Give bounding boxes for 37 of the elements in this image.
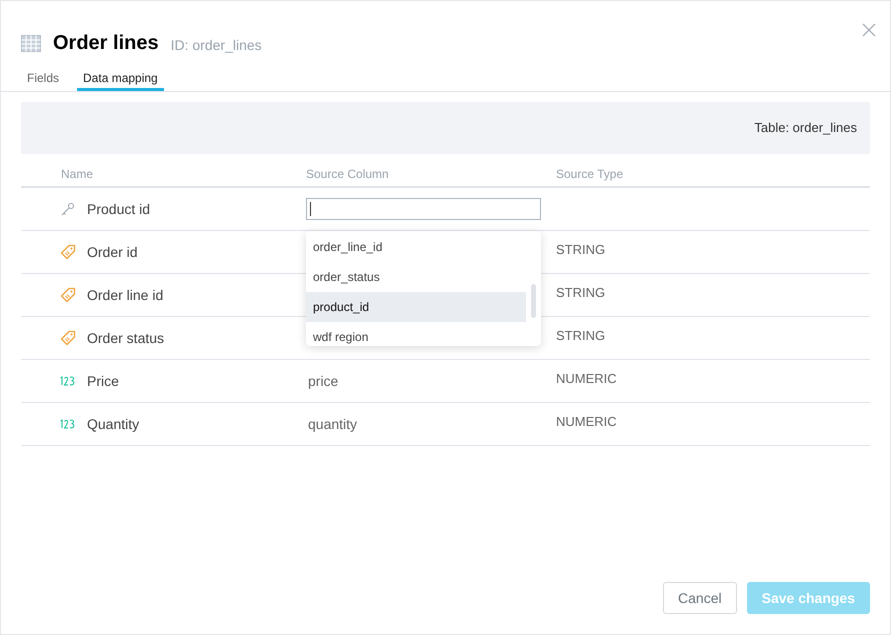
tag-icon: [60, 287, 76, 303]
dropdown-option[interactable]: product_id: [306, 292, 526, 322]
source-type: STRING: [556, 241, 606, 260]
field-name: Price: [87, 372, 119, 390]
field-name: Order id: [87, 242, 138, 262]
tab[interactable]: Fields: [21, 67, 66, 91]
source-type: STRING: [556, 284, 606, 302]
column-header: Name: [60, 166, 94, 183]
column-header: Source Column: [306, 166, 390, 183]
key-icon: [60, 201, 76, 217]
field-name: Product id: [87, 200, 150, 218]
table-name: Table: order_lines: [754, 119, 857, 138]
close-icon: [862, 23, 876, 37]
dropdown-option[interactable]: order_status: [306, 262, 526, 292]
source-column: quantity: [306, 416, 358, 432]
close-button[interactable]: [860, 21, 878, 39]
field-name: Quantity: [87, 414, 140, 434]
field-name: Order line id: [87, 286, 164, 304]
source-column-input[interactable]: [306, 198, 541, 220]
tab[interactable]: Data mapping: [77, 67, 164, 91]
source-column: price: [306, 372, 338, 388]
field-name: Order status: [87, 328, 164, 348]
dropdown-option[interactable]: wdf region: [306, 322, 526, 346]
tag-icon: [60, 330, 76, 346]
source-type: NUMERIC: [556, 370, 617, 388]
table-icon: [21, 34, 41, 52]
dropdown-option[interactable]: order_line_id: [306, 232, 526, 262]
scrollbar[interactable]: [531, 284, 536, 318]
column-header: Source Type: [556, 166, 624, 183]
source-type: NUMERIC: [556, 413, 617, 432]
cancel-button[interactable]: Cancel: [663, 582, 737, 614]
tag-icon: [60, 244, 76, 260]
source-type: STRING: [556, 327, 606, 346]
number-icon: [59, 419, 77, 429]
dialog-id: ID: order_lines: [170, 36, 262, 55]
dialog-title: Order lines: [53, 31, 159, 56]
number-icon: [59, 376, 77, 386]
